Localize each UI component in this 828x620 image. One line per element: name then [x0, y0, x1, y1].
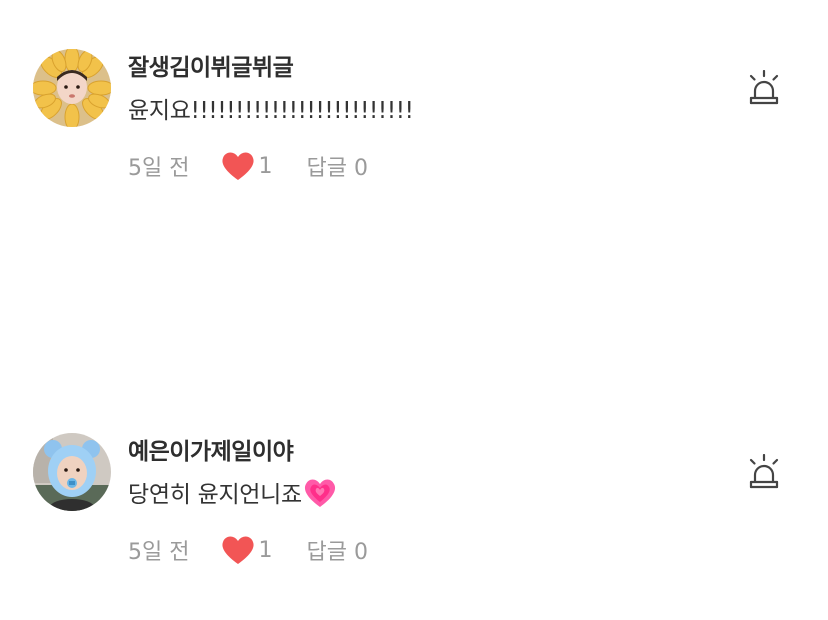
heart-icon: [222, 152, 255, 180]
comment-item: 예은이가제일이야 당연히 윤지언니죠 5일 전 1 답글 0: [0, 428, 828, 608]
siren-report-icon: [749, 453, 779, 489]
like-count: 1: [258, 537, 273, 563]
like-count: 1: [258, 153, 273, 179]
comment-meta: 5일 전 1 답글 0: [128, 148, 368, 184]
user-avatar[interactable]: [33, 433, 111, 511]
comment-item: 잘생김이뷔글뷔글 윤지요!!!!!!!!!!!!!!!!!!!!!!!!! 5일…: [0, 44, 828, 224]
comment-time: 5일 전: [128, 540, 190, 565]
blue-bear-hat-avatar-image: [33, 433, 111, 511]
comment-text-line: 당연히 윤지언니죠: [128, 475, 336, 514]
report-button[interactable]: [746, 69, 782, 110]
reply-button[interactable]: 답글 0: [306, 150, 367, 182]
report-button[interactable]: [746, 453, 782, 494]
comment-time: 5일 전: [128, 156, 190, 181]
comment-meta: 5일 전 1 답글 0: [128, 532, 368, 568]
siren-report-icon: [749, 69, 779, 105]
comment-username[interactable]: 잘생김이뷔글뷔글: [128, 48, 294, 82]
growing-heart-emoji: [304, 478, 336, 514]
comment-text: 윤지요!!!!!!!!!!!!!!!!!!!!!!!!!: [128, 98, 414, 124]
comment-text: 당연히 윤지언니죠: [128, 482, 302, 508]
user-avatar[interactable]: [33, 49, 111, 127]
like-button[interactable]: 1: [221, 535, 272, 565]
like-button[interactable]: 1: [221, 151, 272, 181]
reply-button[interactable]: 답글 0: [306, 534, 367, 566]
comment-username[interactable]: 예은이가제일이야: [128, 432, 294, 466]
sunflower-avatar-image: [33, 49, 111, 127]
heart-icon: [222, 536, 255, 564]
